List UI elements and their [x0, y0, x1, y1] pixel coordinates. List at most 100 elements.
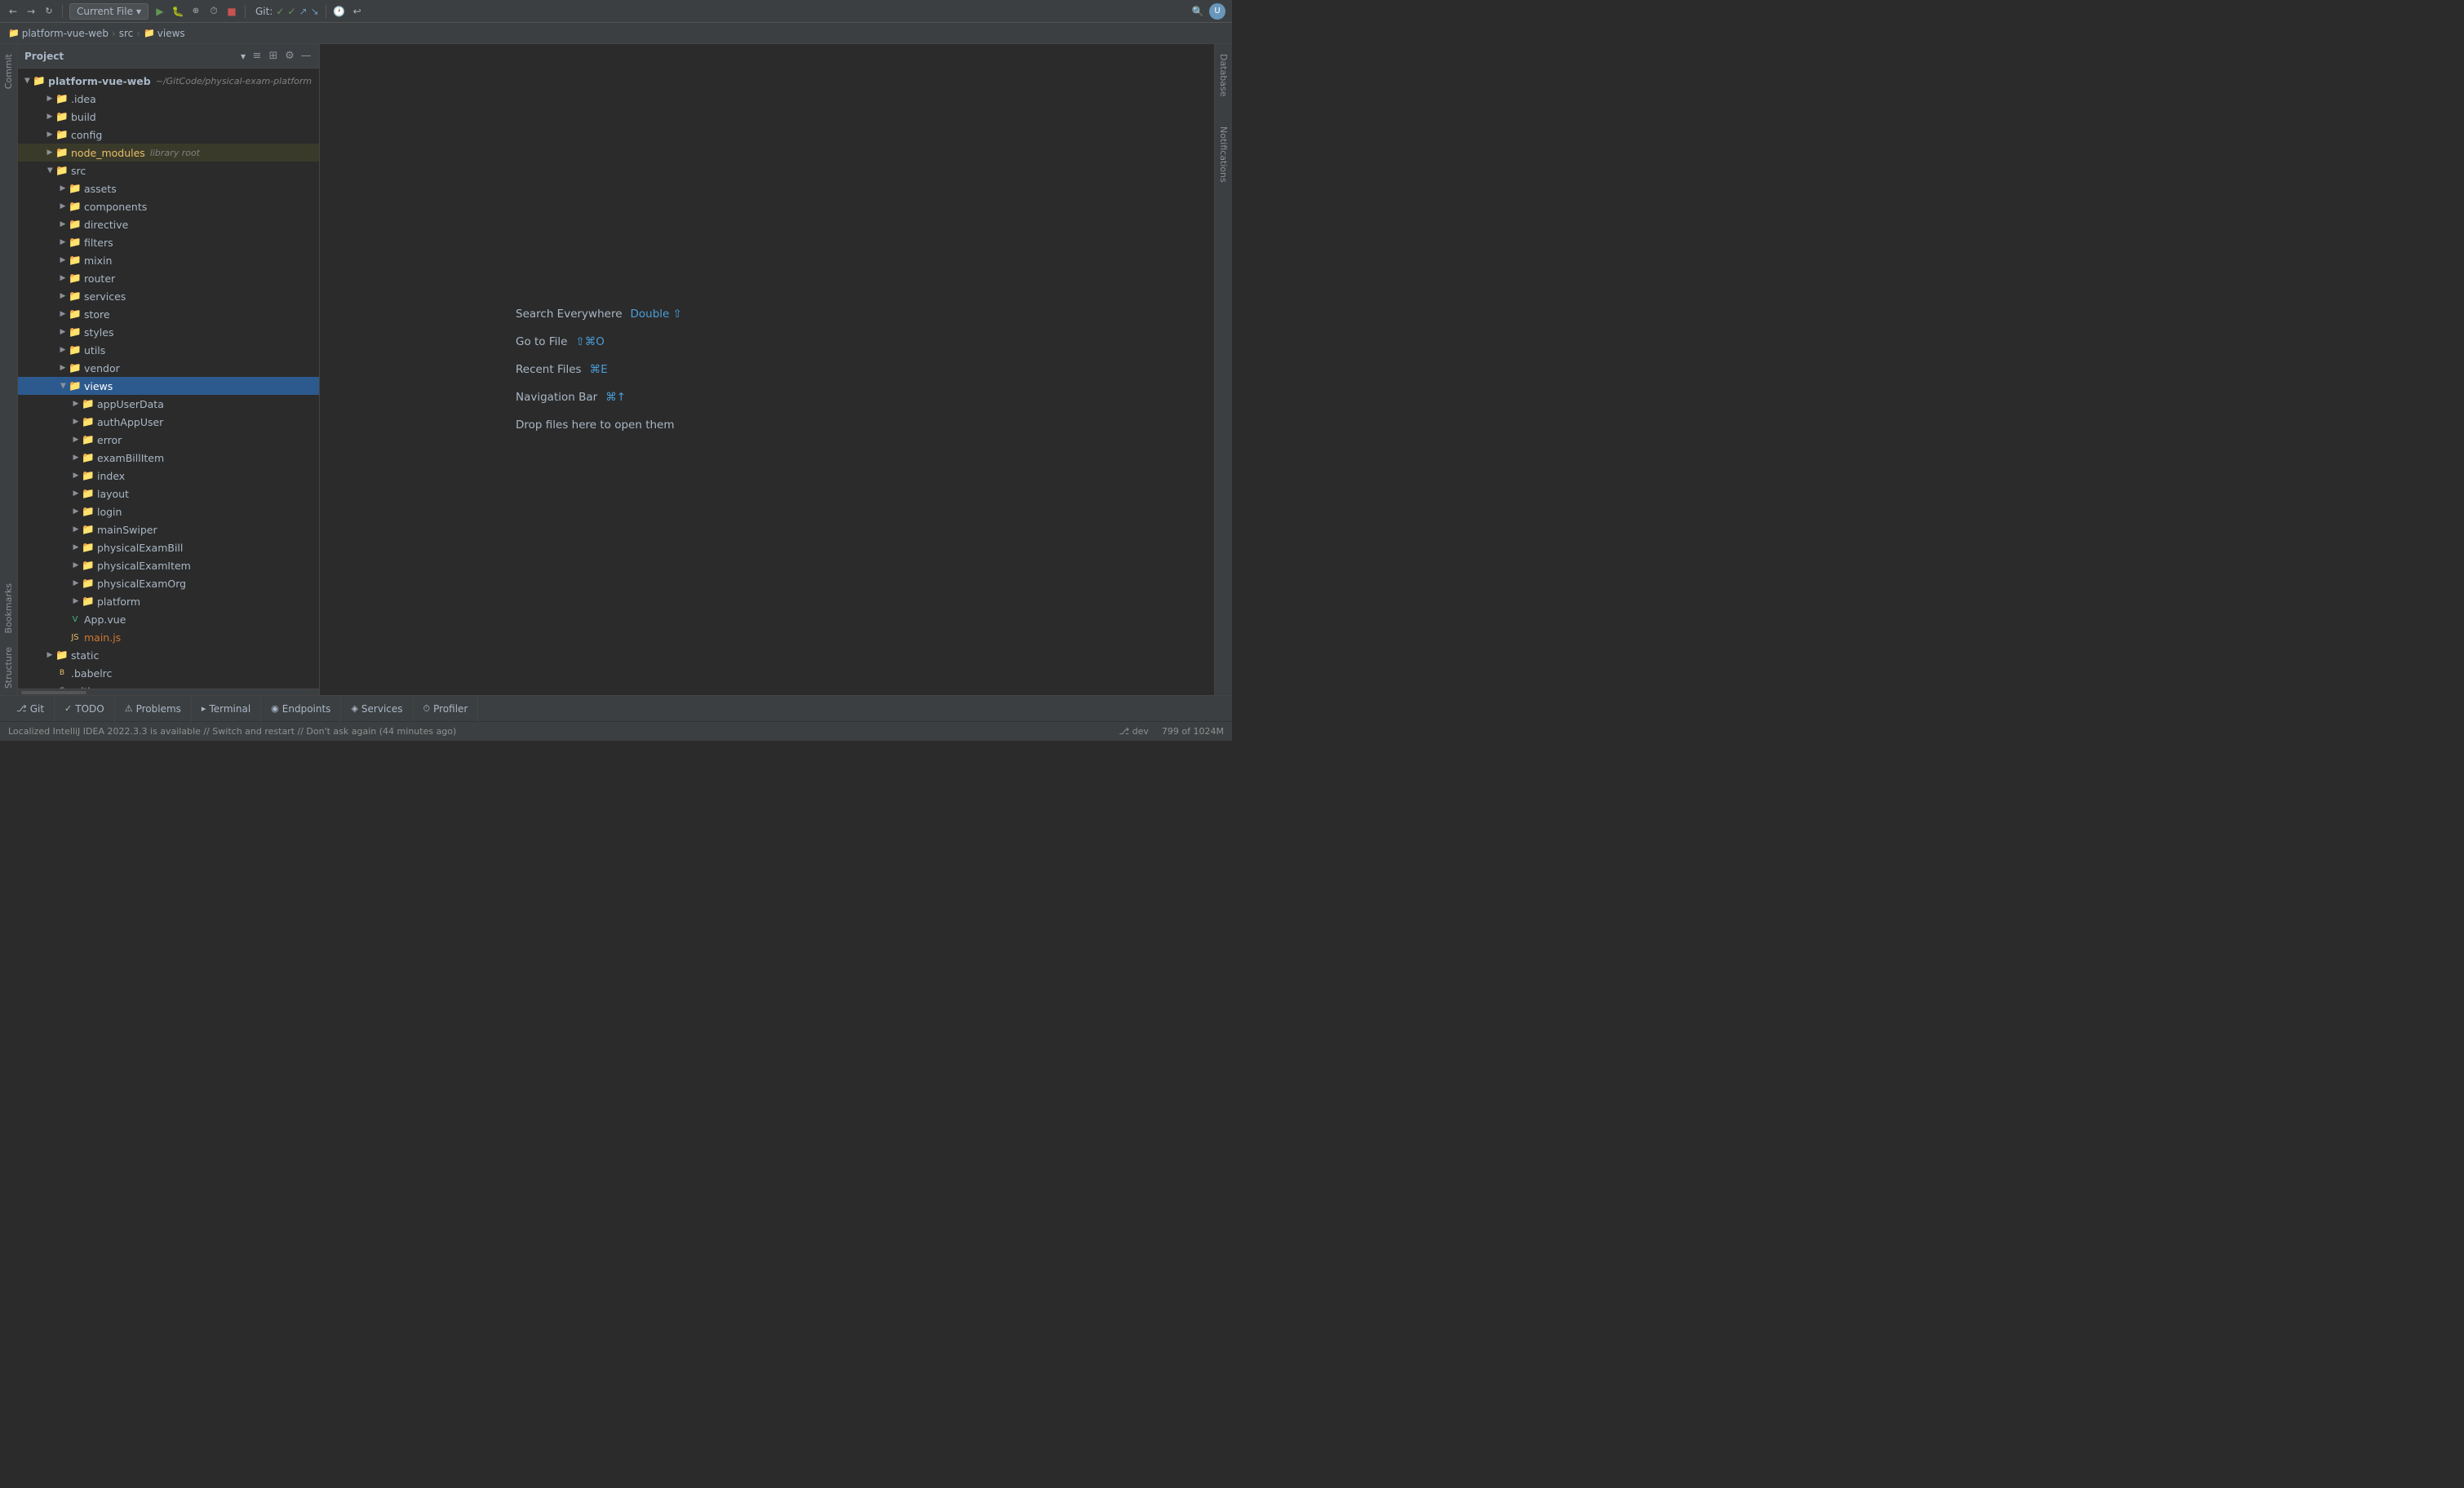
tree-item-appUserData[interactable]: ▶ 📁 appUserData [18, 395, 319, 413]
router-arrow: ▶ [57, 272, 69, 284]
tab-todo[interactable]: ✓ TODO [55, 696, 115, 722]
layout-folder-icon: 📁 [82, 488, 95, 499]
vendor-arrow: ▶ [57, 362, 69, 374]
endpoints-tab-icon: ◉ [271, 703, 279, 714]
tree-item-mixin[interactable]: ▶ 📁 mixin [18, 251, 319, 269]
left-side-tabs: Commit Bookmarks Structure [0, 44, 18, 695]
assets-arrow: ▶ [57, 183, 69, 194]
breadcrumb-src[interactable]: src [119, 28, 134, 39]
history-button[interactable]: 🕐 [333, 5, 346, 18]
tree-item-babelrc[interactable]: ▶ B .babelrc [18, 664, 319, 682]
collapse-all-button[interactable]: ≡ [250, 50, 264, 63]
expand-all-button[interactable]: ⊞ [267, 50, 280, 63]
tree-item-index[interactable]: ▶ 📁 index [18, 467, 319, 485]
tree-item-directive[interactable]: ▶ 📁 directive [18, 215, 319, 233]
examBillItem-label: examBillItem [97, 452, 164, 464]
tree-item-login[interactable]: ▶ 📁 login [18, 503, 319, 520]
tab-profiler[interactable]: ⏱ Profiler [414, 696, 479, 722]
build-label: build [71, 111, 96, 123]
run-button[interactable]: ▶ [153, 5, 166, 18]
sep2: › [136, 28, 140, 39]
physicalExamItem-arrow: ▶ [70, 560, 82, 571]
views-arrow: ▶ [57, 380, 69, 392]
breadcrumb-views[interactable]: 📁 views [144, 28, 185, 39]
app-vue-label: App.vue [84, 613, 126, 626]
tree-item-root[interactable]: ▶ 📁 platform-vue-web ~/GitCode/physical-… [18, 72, 319, 90]
rollback-button[interactable]: ↩ [351, 5, 364, 18]
hint-search-everywhere: Search Everywhere Double ⇧ [516, 308, 682, 321]
sidebar-item-structure[interactable]: Structure [1, 640, 16, 695]
sidebar-item-commit[interactable]: Commit [1, 47, 16, 95]
tree-item-router[interactable]: ▶ 📁 router [18, 269, 319, 287]
mainSwiper-folder-icon: 📁 [82, 524, 95, 535]
tree-item-physicalExamItem[interactable]: ▶ 📁 physicalExamItem [18, 556, 319, 574]
status-message[interactable]: Localized IntelliJ IDEA 2022.3.3 is avai… [8, 726, 456, 737]
tree-item-gitignore[interactable]: ▶ G .gitignore [18, 682, 319, 689]
run-config-dropdown[interactable]: Current File ▾ [69, 3, 148, 20]
tree-item-static[interactable]: ▶ 📁 static [18, 646, 319, 664]
appUserData-folder-icon: 📁 [82, 398, 95, 410]
tree-item-assets[interactable]: ▶ 📁 assets [18, 179, 319, 197]
tree-item-examBillItem[interactable]: ▶ 📁 examBillItem [18, 449, 319, 467]
tree-item-idea[interactable]: ▶ 📁 .idea [18, 90, 319, 108]
tree-item-node-modules[interactable]: ▶ 📁 node_modules library root [18, 144, 319, 162]
tab-git[interactable]: ⎇ Git [7, 696, 55, 722]
sidebar-item-bookmarks[interactable]: Bookmarks [1, 577, 16, 640]
breadcrumb-project[interactable]: 📁 platform-vue-web [8, 28, 109, 39]
goto-file-shortcut: ⇧⌘O [575, 335, 604, 348]
tree-item-filters[interactable]: ▶ 📁 filters [18, 233, 319, 251]
status-branch[interactable]: ⎇ dev [1119, 726, 1148, 737]
login-label: login [97, 506, 122, 518]
tree-item-authAppUser[interactable]: ▶ 📁 authAppUser [18, 413, 319, 431]
sidebar-item-database[interactable]: Database [1216, 47, 1231, 104]
tree-item-error[interactable]: ▶ 📁 error [18, 431, 319, 449]
tree-item-mainSwiper[interactable]: ▶ 📁 mainSwiper [18, 520, 319, 538]
problems-tab-icon: ⚠ [125, 703, 133, 714]
tab-problems[interactable]: ⚠ Problems [115, 696, 192, 722]
tab-services[interactable]: ◈ Services [341, 696, 413, 722]
forward-button[interactable]: → [24, 5, 38, 18]
tree-item-main-js[interactable]: ▶ JS main.js [18, 628, 319, 646]
tree-item-platform[interactable]: ▶ 📁 platform [18, 592, 319, 610]
physicalExamItem-label: physicalExamItem [97, 560, 191, 572]
tab-endpoints[interactable]: ◉ Endpoints [261, 696, 341, 722]
root-folder-icon: 📁 [33, 75, 46, 86]
router-label: router [84, 272, 115, 285]
user-avatar[interactable]: U [1209, 3, 1225, 20]
tree-item-build[interactable]: ▶ 📁 build [18, 108, 319, 126]
back-button[interactable]: ← [7, 5, 20, 18]
tree-item-physicalExamOrg[interactable]: ▶ 📁 physicalExamOrg [18, 574, 319, 592]
tree-item-views[interactable]: ▶ 📁 views [18, 377, 319, 395]
static-label: static [71, 649, 99, 662]
close-panel-button[interactable]: — [299, 50, 312, 63]
tree-item-store[interactable]: ▶ 📁 store [18, 305, 319, 323]
sep1: › [112, 28, 116, 39]
search-everywhere-button[interactable]: 🔍 [1191, 5, 1204, 18]
terminal-tab-label: Terminal [209, 703, 250, 715]
editor-hints: Search Everywhere Double ⇧ Go to File ⇧⌘… [516, 308, 682, 432]
views-label: views [84, 380, 113, 392]
tree-item-services[interactable]: ▶ 📁 services [18, 287, 319, 305]
stop-button[interactable]: ■ [225, 5, 238, 18]
tree-item-app-vue[interactable]: ▶ V App.vue [18, 610, 319, 628]
git-pull-icon: ↘ [311, 6, 319, 17]
sidebar-item-notifications[interactable]: Notifications [1216, 120, 1231, 189]
tree-item-utils[interactable]: ▶ 📁 utils [18, 341, 319, 359]
idea-label: .idea [71, 93, 96, 105]
tab-terminal[interactable]: ▸ Terminal [192, 696, 261, 722]
debug-button[interactable]: 🐛 [171, 5, 184, 18]
tree-item-vendor[interactable]: ▶ 📁 vendor [18, 359, 319, 377]
error-folder-icon: 📁 [82, 434, 95, 445]
coverage-button[interactable]: ⊕ [189, 5, 202, 18]
tree-item-styles[interactable]: ▶ 📁 styles [18, 323, 319, 341]
tree-item-config[interactable]: ▶ 📁 config [18, 126, 319, 144]
panel-dropdown-arrow[interactable]: ▾ [241, 51, 246, 62]
profile-button[interactable]: ⏱ [207, 5, 220, 18]
tree-item-components[interactable]: ▶ 📁 components [18, 197, 319, 215]
tree-item-layout[interactable]: ▶ 📁 layout [18, 485, 319, 503]
root-path: ~/GitCode/physical-exam-platform [156, 76, 312, 86]
tree-item-physicalExamBill[interactable]: ▶ 📁 physicalExamBill [18, 538, 319, 556]
settings-button[interactable]: ⚙ [283, 50, 296, 63]
tree-item-src[interactable]: ▶ 📁 src [18, 162, 319, 179]
rebuild-button[interactable]: ↻ [42, 5, 55, 18]
